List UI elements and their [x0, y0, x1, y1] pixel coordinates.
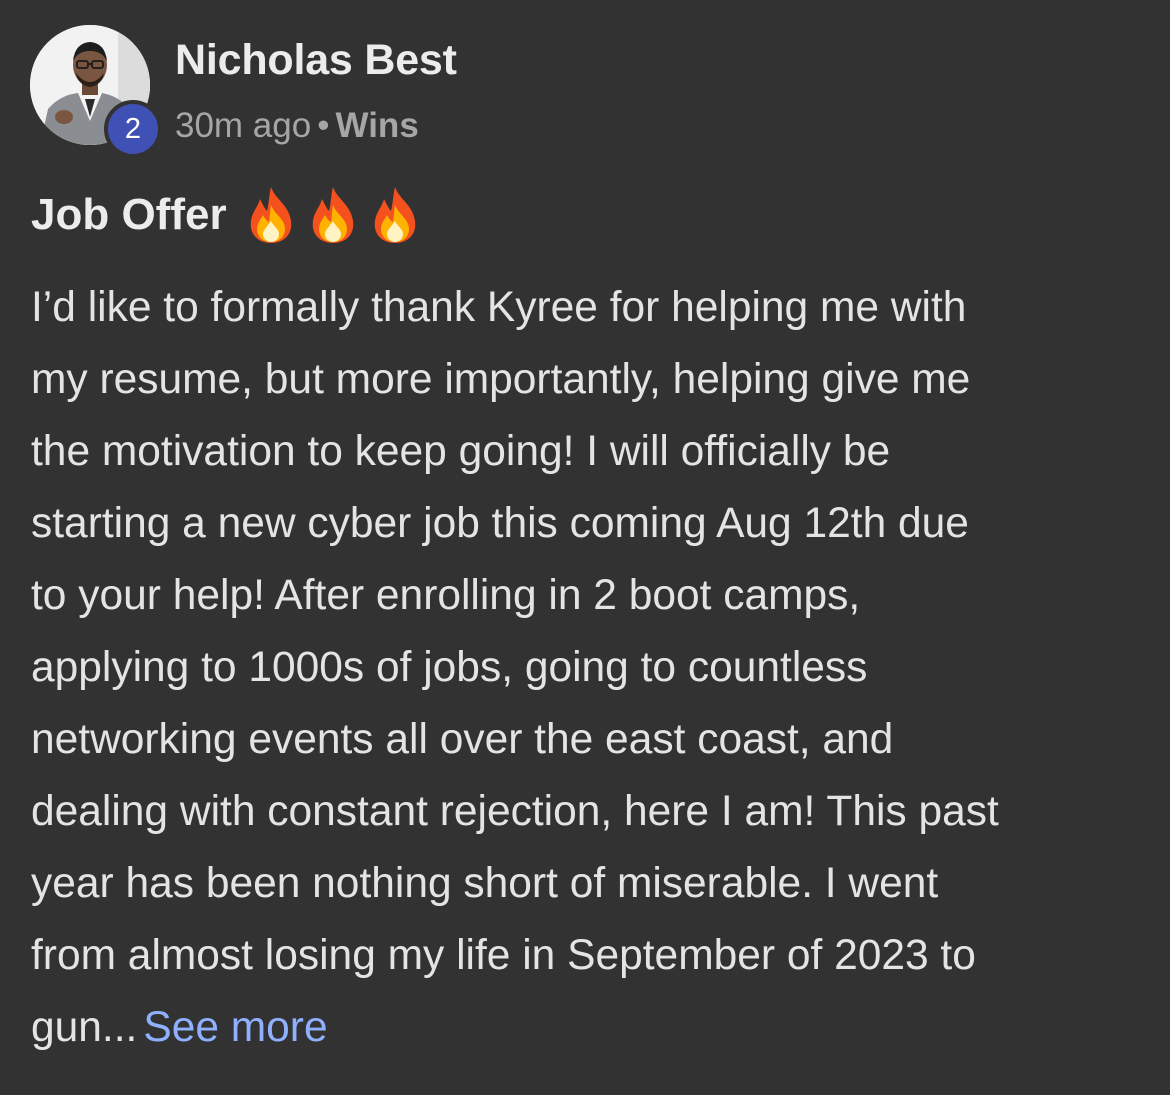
post-title-text: Job Offer: [31, 190, 227, 239]
post-card: 2 Nicholas Best 30m ago•Wins Job Offer: [0, 0, 1170, 1095]
body-line: networking events all over the east coas…: [31, 716, 894, 763]
body-line: to your help! After enrolling in 2 boot …: [31, 572, 861, 619]
body-line: year has been nothing short of miserable…: [31, 860, 939, 907]
author-name[interactable]: Nicholas Best: [175, 36, 457, 85]
fire-icon: [369, 185, 421, 245]
see-more-link[interactable]: See more: [143, 1004, 327, 1051]
meta-separator: •: [317, 106, 330, 145]
body-line-last: gun... See more: [31, 992, 1141, 1064]
truncated-text: gun...: [31, 1004, 138, 1051]
level-badge: 2: [104, 100, 162, 158]
body-line: my resume, but more importantly, helping…: [31, 356, 971, 403]
post-category[interactable]: Wins: [335, 106, 418, 145]
body-line: the motivation to keep going! I will off…: [31, 428, 891, 475]
post-body: I’d like to formally thank Kyree for hel…: [31, 272, 1141, 1064]
post-meta: 30m ago • Wins: [175, 106, 419, 146]
post-time: 30m ago: [175, 106, 312, 145]
fire-icon: [307, 185, 359, 245]
body-line: from almost losing my life in September …: [31, 932, 976, 979]
body-line: starting a new cyber job this coming Aug…: [31, 500, 969, 547]
body-line: I’d like to formally thank Kyree for hel…: [31, 284, 967, 331]
post-title: Job Offer: [31, 185, 431, 245]
fire-icon: [245, 185, 297, 245]
body-line: applying to 1000s of jobs, going to coun…: [31, 644, 868, 691]
body-line: dealing with constant rejection, here I …: [31, 788, 999, 835]
